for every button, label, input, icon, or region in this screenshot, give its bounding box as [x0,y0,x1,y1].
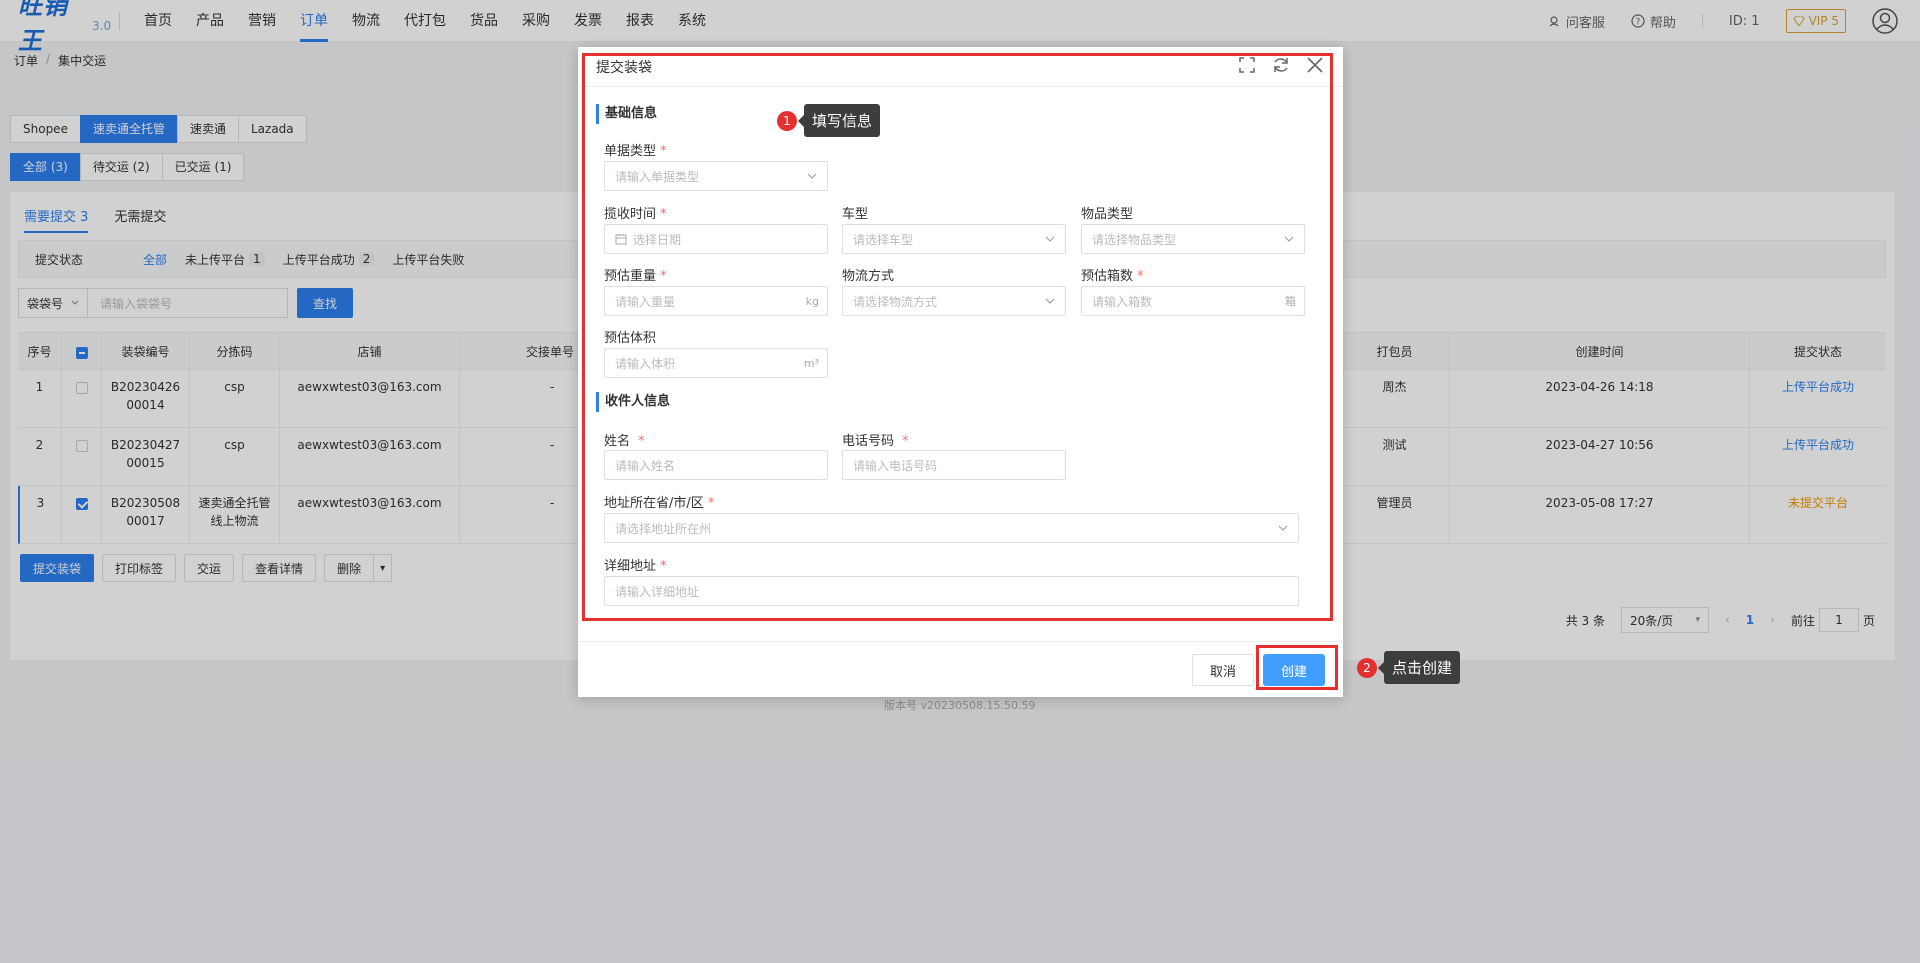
annotation-number: 1 [777,110,797,131]
annotation-box-create [1256,645,1338,690]
annotation-tip-2: 2 点击创建 [1357,651,1461,684]
cancel-button[interactable]: 取消 [1192,654,1254,686]
annotation-box-form [582,53,1333,621]
annotation-tip-1: 1 填写信息 [777,104,881,137]
annotation-text: 点击创建 [1377,651,1461,684]
annotation-number: 2 [1357,657,1377,678]
annotation-text: 填写信息 [797,104,881,137]
dialog-footer: 取消 创建 [578,641,1343,697]
